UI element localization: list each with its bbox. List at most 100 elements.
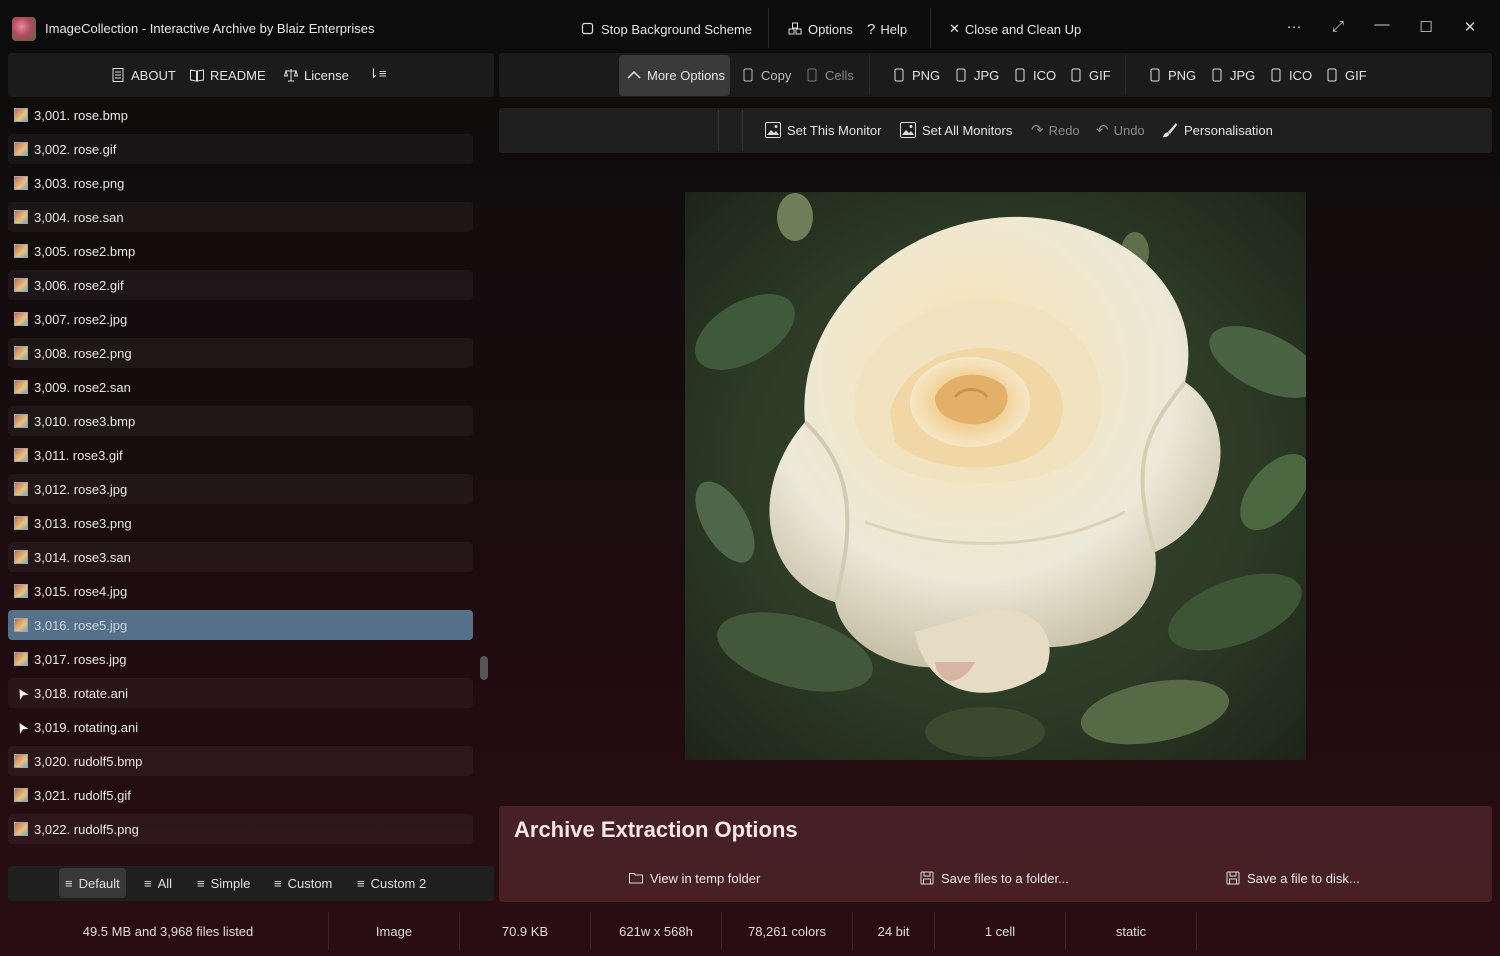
save-gif-button[interactable]: GIF: [1324, 67, 1367, 83]
app-title: ImageCollection - Interactive Archive by…: [45, 21, 375, 36]
personalisation-button[interactable]: Personalisation: [1161, 121, 1273, 139]
more-menu-icon[interactable]: ···: [1279, 18, 1309, 35]
view-temp-label: View in temp folder: [650, 870, 761, 886]
set-this-monitor-label: Set This Monitor: [787, 122, 882, 138]
view-default-button[interactable]: ≡ Default: [59, 868, 126, 898]
expand-icon[interactable]: ⤢: [1323, 18, 1353, 35]
more-options-button[interactable]: More Options: [626, 67, 725, 83]
copy-jpg-button[interactable]: JPG: [953, 67, 999, 83]
app-logo-icon: [12, 17, 36, 41]
copy-icon: [1268, 67, 1284, 83]
close-clean-button[interactable]: ✕ Close and Clean Up: [949, 21, 1081, 37]
divider: [869, 55, 870, 95]
picture-icon: [764, 121, 782, 139]
list-icon: ≡: [274, 875, 282, 891]
save-disk-label: Save a file to disk...: [1247, 870, 1360, 886]
copy-icon: [1012, 67, 1028, 83]
list-icon: ≡: [144, 875, 152, 891]
readme-button[interactable]: README: [189, 67, 266, 83]
cells-label: Cells: [825, 67, 854, 83]
white-rose-photo: [685, 192, 1306, 760]
more-options-label: More Options: [647, 67, 726, 83]
set-this-monitor-button[interactable]: Set This Monitor: [764, 121, 881, 139]
copy-label: Copy: [761, 67, 792, 83]
image-file-icon: [14, 550, 28, 564]
help-button[interactable]: ? Help: [867, 21, 907, 38]
list-item[interactable]: 3,014. rose3.san: [8, 542, 473, 572]
list-item-label: 3,011. rose3.gif: [34, 447, 123, 463]
undo-icon: ↶: [1096, 122, 1109, 139]
list-item[interactable]: 3,006. rose2.gif: [8, 270, 473, 300]
undo-label: Undo: [1113, 122, 1145, 138]
set-all-monitors-button[interactable]: Set All Monitors: [899, 121, 1012, 139]
sort-button[interactable]: ⇂≡: [368, 66, 386, 82]
list-item-label: 3,012. rose3.jpg: [34, 481, 128, 497]
list-item[interactable]: 3,022. rudolf5.png: [8, 814, 473, 844]
undo-button[interactable]: ↶ Undo: [1096, 121, 1145, 139]
options-button[interactable]: Options: [787, 21, 853, 37]
list-item[interactable]: ➤ 3,019. rotating.ani: [8, 712, 473, 742]
about-button[interactable]: ABOUT: [110, 67, 176, 83]
copy-gif-button[interactable]: GIF: [1068, 67, 1111, 83]
view-simple-label: Simple: [210, 875, 251, 891]
save-png-button[interactable]: PNG: [1147, 67, 1196, 83]
view-simple-button[interactable]: ≡ Simple: [191, 868, 256, 898]
file-list[interactable]: 3,001. rose.bmp 3,002. rose.gif 3,003. ros…: [8, 98, 474, 858]
redo-button[interactable]: ↷ Redo: [1031, 121, 1080, 139]
list-item[interactable]: 3,005. rose2.bmp: [8, 236, 473, 266]
list-item[interactable]: 3,008. rose2.png: [8, 338, 473, 368]
view-all-label: All: [157, 875, 173, 891]
save-file-disk-button[interactable]: Save a file to disk...: [1225, 870, 1360, 886]
maximize-icon[interactable]: ☐: [1411, 18, 1441, 36]
copy-icon: [1147, 67, 1163, 83]
list-item-label: 3,006. rose2.gif: [34, 277, 124, 293]
view-custom-button[interactable]: ≡ Custom: [268, 868, 338, 898]
close-window-icon[interactable]: ✕: [1455, 18, 1485, 36]
list-item[interactable]: 3,020. rudolf5.bmp: [8, 746, 473, 776]
save-jpg-button[interactable]: JPG: [1209, 67, 1255, 83]
list-item[interactable]: 3,007. rose2.jpg: [8, 304, 473, 334]
list-item-label: 3,003. rose.png: [34, 175, 125, 191]
view-custom2-button[interactable]: ≡ Custom 2: [351, 868, 432, 898]
list-item[interactable]: 3,003. rose.png: [8, 168, 473, 198]
list-item[interactable]: 3,016. rose5.jpg: [8, 610, 473, 640]
list-item[interactable]: ➤ 3,018. rotate.ani: [8, 678, 473, 708]
format-label: GIF: [1345, 67, 1367, 83]
view-temp-folder-button[interactable]: View in temp folder: [628, 870, 760, 886]
stop-background-toggle[interactable]: Stop Background Scheme: [580, 21, 752, 37]
copy-png-button[interactable]: PNG: [891, 67, 940, 83]
list-item[interactable]: 3,021. rudolf5.gif: [8, 780, 473, 810]
extraction-title: Archive Extraction Options: [514, 817, 798, 842]
list-item[interactable]: 3,002. rose.gif: [8, 134, 473, 164]
close-x-icon: ✕: [949, 21, 960, 36]
view-all-button[interactable]: ≡ All: [138, 868, 178, 898]
save-folder-label: Save files to a folder...: [941, 870, 1069, 886]
list-item-label: 3,001. rose.bmp: [34, 107, 128, 123]
save-ico-button[interactable]: ICO: [1268, 67, 1312, 83]
redo-icon: ↷: [1031, 122, 1044, 139]
image-file-icon: [14, 822, 28, 836]
minimize-icon[interactable]: —: [1367, 16, 1397, 33]
list-item[interactable]: 3,013. rose3.png: [8, 508, 473, 538]
cells-button[interactable]: Cells: [804, 67, 854, 83]
list-item[interactable]: 3,012. rose3.jpg: [8, 474, 473, 504]
copy-button[interactable]: Copy: [740, 67, 791, 83]
list-item[interactable]: 3,010. rose3.bmp: [8, 406, 473, 436]
list-item[interactable]: 3,015. rose4.jpg: [8, 576, 473, 606]
copy-icon: [740, 67, 756, 83]
list-scrollbar[interactable]: [480, 656, 488, 680]
image-file-icon: [14, 380, 28, 394]
list-item-label: 3,016. rose5.jpg: [34, 617, 128, 633]
image-file-icon: [14, 244, 28, 258]
image-file-icon: [14, 108, 28, 122]
license-button[interactable]: License: [283, 67, 349, 83]
list-item[interactable]: 3,009. rose2.san: [8, 372, 473, 402]
copy-ico-button[interactable]: ICO: [1012, 67, 1056, 83]
list-item[interactable]: 3,017. roses.jpg: [8, 644, 473, 674]
list-item[interactable]: 3,011. rose3.gif: [8, 440, 473, 470]
list-item[interactable]: 3,004. rose.san: [8, 202, 473, 232]
status-bits: 24 bit: [853, 912, 935, 950]
save-files-folder-button[interactable]: Save files to a folder...: [919, 870, 1069, 886]
image-preview: [685, 192, 1306, 760]
list-item[interactable]: 3,001. rose.bmp: [8, 100, 473, 130]
